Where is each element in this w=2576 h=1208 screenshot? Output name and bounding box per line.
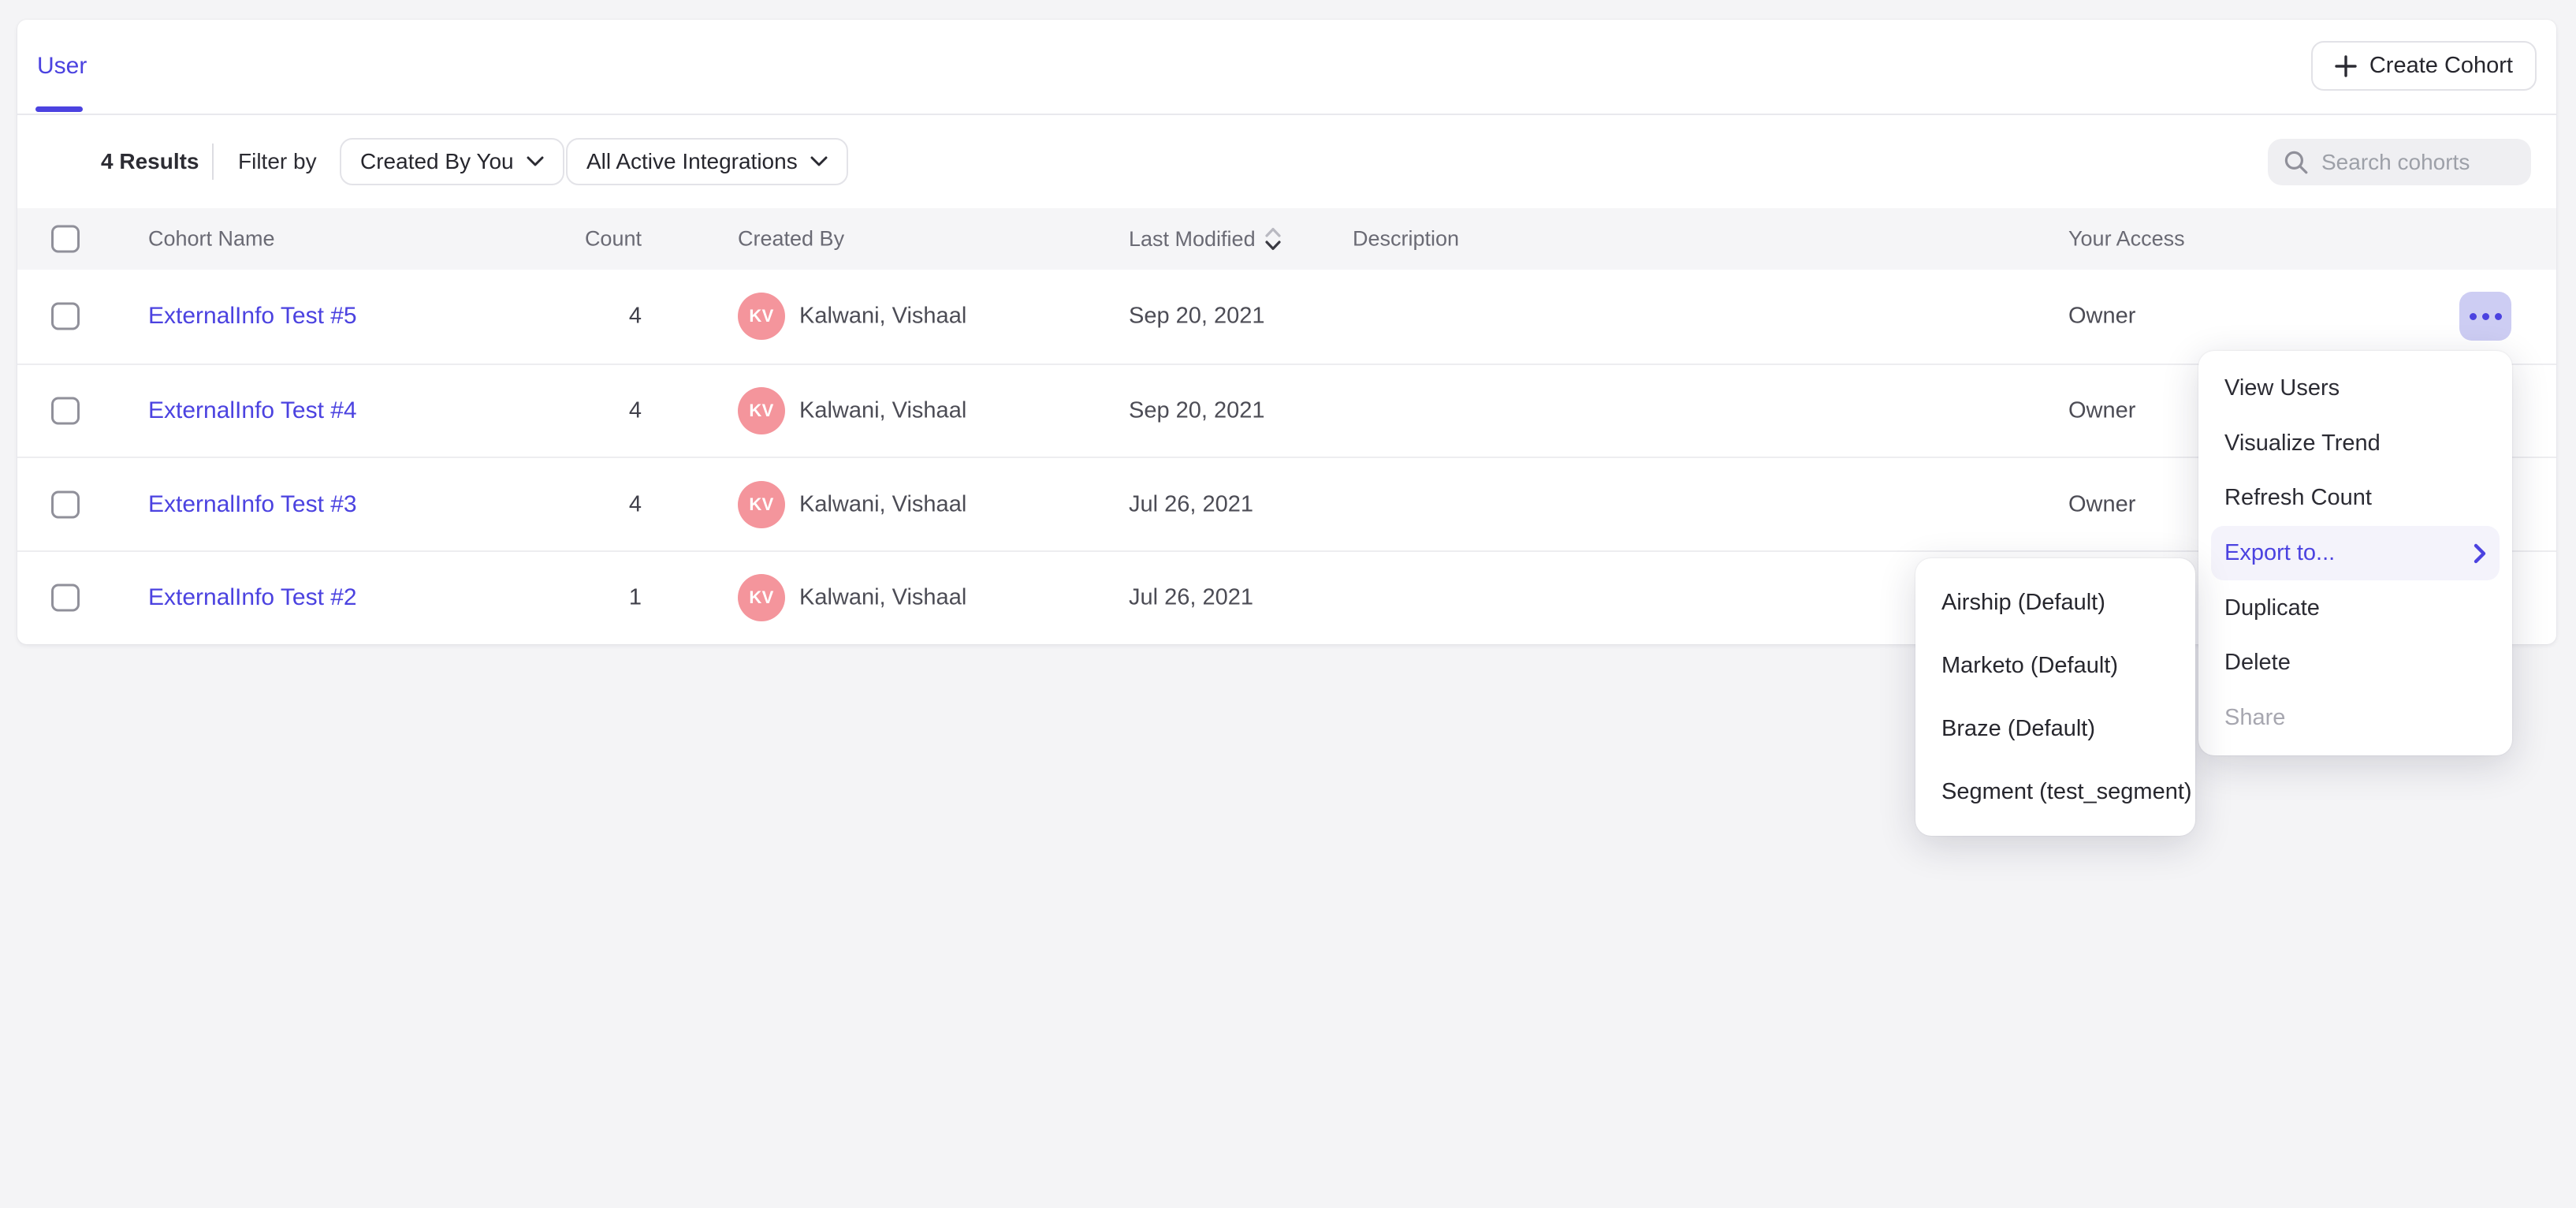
last-modified-value: Sep 20, 2021 [1129, 398, 1265, 424]
column-header-description: Description [1353, 227, 1459, 252]
created-by-filter-value: Created By You [360, 149, 514, 174]
export-destination-label: Airship (Default) [1941, 590, 2105, 616]
integrations-filter-value: All Active Integrations [586, 149, 798, 174]
integrations-filter-dropdown[interactable]: All Active Integrations [566, 138, 848, 185]
table-row: ExternalInfo Test #5 4 KV Kalwani, Visha… [17, 270, 2556, 364]
chevron-down-icon [527, 156, 544, 167]
avatar: KV [738, 293, 785, 340]
column-header-last-modified[interactable]: Last Modified [1129, 226, 1281, 252]
cohort-count: 1 [490, 585, 642, 611]
cohort-name-link[interactable]: ExternalInfo Test #4 [148, 397, 357, 424]
created-by-filter-dropdown[interactable]: Created By You [340, 138, 564, 185]
your-access-value: Owner [2068, 304, 2135, 330]
cohort-count: 4 [490, 398, 642, 424]
cohort-name-link[interactable]: ExternalInfo Test #3 [148, 491, 357, 518]
sort-icon [1265, 226, 1281, 252]
cohort-name-link[interactable]: ExternalInfo Test #5 [148, 303, 357, 330]
cohorts-page: User Create Cohort 4 Results Filter by C… [0, 0, 2576, 1208]
export-destination-label: Marketo (Default) [1941, 653, 2118, 679]
kebab-dot [2495, 313, 2502, 320]
cohort-name-link[interactable]: ExternalInfo Test #2 [148, 584, 357, 611]
row-checkbox[interactable] [51, 584, 80, 612]
kebab-dot [2470, 313, 2477, 320]
menu-item-label: Share [2224, 705, 2285, 731]
last-modified-value: Jul 26, 2021 [1129, 491, 1253, 517]
export-destination-item[interactable]: Braze (Default) [1915, 697, 2195, 760]
context-menu-item[interactable]: Duplicate [2198, 580, 2512, 636]
your-access-value: Owner [2068, 398, 2135, 424]
column-header-created-by: Created By [738, 227, 844, 252]
last-modified-label: Last Modified [1129, 227, 1256, 252]
menu-item-label: Export to... [2224, 540, 2335, 566]
plus-icon [2335, 55, 2357, 77]
row-checkbox[interactable] [51, 397, 80, 425]
avatar: KV [738, 387, 785, 434]
tab-user[interactable]: User [37, 53, 87, 80]
column-header-count: Count [490, 227, 642, 252]
table-header-row: Cohort Name Count Created By Last Modifi… [17, 208, 2556, 270]
active-tab-underline [35, 106, 83, 112]
export-to-submenu: Airship (Default) Marketo (Default) Braz… [1915, 558, 2195, 836]
context-menu-item[interactable]: Export to... [2211, 526, 2500, 581]
results-count: 4 Results [101, 149, 199, 174]
column-header-cohort-name: Cohort Name [148, 227, 275, 252]
last-modified-value: Sep 20, 2021 [1129, 304, 1265, 330]
cohorts-card: User Create Cohort 4 Results Filter by C… [17, 20, 2556, 644]
row-checkbox[interactable] [51, 490, 80, 518]
created-by-value: Kalwani, Vishaal [799, 585, 966, 611]
avatar: KV [738, 574, 785, 621]
search-box [2268, 139, 2531, 185]
menu-item-label: Refresh Count [2224, 485, 2372, 511]
export-destination-label: Braze (Default) [1941, 716, 2095, 742]
tab-bar: User Create Cohort [17, 20, 2556, 115]
search-icon [2284, 150, 2309, 175]
export-destination-item[interactable]: Marketo (Default) [1915, 634, 2195, 697]
context-menu-item[interactable]: Visualize Trend [2198, 416, 2512, 472]
export-destination-item[interactable]: Segment (test_segment) [1915, 760, 2195, 823]
table-row: ExternalInfo Test #3 4 KV Kalwani, Visha… [17, 457, 2556, 550]
avatar: KV [738, 481, 785, 528]
context-menu-item[interactable]: Delete [2198, 636, 2512, 691]
chevron-down-icon [810, 156, 828, 167]
toolbar: 4 Results Filter by Created By You All A… [17, 115, 2556, 208]
cohort-count: 4 [490, 304, 642, 330]
created-by-value: Kalwani, Vishaal [799, 304, 966, 330]
export-destination-label: Segment (test_segment) [1941, 779, 2192, 805]
create-cohort-label: Create Cohort [2369, 53, 2513, 79]
kebab-dot [2482, 313, 2489, 320]
menu-item-label: Duplicate [2224, 595, 2320, 621]
create-cohort-button[interactable]: Create Cohort [2311, 41, 2537, 91]
context-menu-item: Share [2198, 691, 2512, 746]
select-all-checkbox[interactable] [51, 226, 80, 253]
your-access-value: Owner [2068, 491, 2135, 517]
context-menu-item[interactable]: View Users [2198, 361, 2512, 416]
menu-item-label: Visualize Trend [2224, 431, 2381, 457]
created-by-value: Kalwani, Vishaal [799, 491, 966, 517]
last-modified-value: Jul 26, 2021 [1129, 585, 1253, 611]
menu-item-label: View Users [2224, 375, 2340, 401]
toolbar-divider [212, 144, 214, 180]
cohort-count: 4 [490, 491, 642, 517]
table-row: ExternalInfo Test #4 4 KV Kalwani, Visha… [17, 364, 2556, 457]
search-input[interactable] [2321, 150, 2515, 175]
menu-item-label: Delete [2224, 650, 2291, 676]
submenu-chevron-right-icon [2474, 543, 2486, 564]
row-actions-context-menu: View Users Visualize Trend Refresh Count… [2198, 351, 2512, 755]
row-actions-button[interactable] [2459, 292, 2511, 341]
column-header-your-access: Your Access [2068, 227, 2185, 252]
created-by-value: Kalwani, Vishaal [799, 398, 966, 424]
filter-by-label: Filter by [238, 149, 317, 174]
export-destination-item[interactable]: Airship (Default) [1915, 571, 2195, 634]
context-menu-item[interactable]: Refresh Count [2198, 471, 2512, 526]
row-checkbox[interactable] [51, 303, 80, 330]
